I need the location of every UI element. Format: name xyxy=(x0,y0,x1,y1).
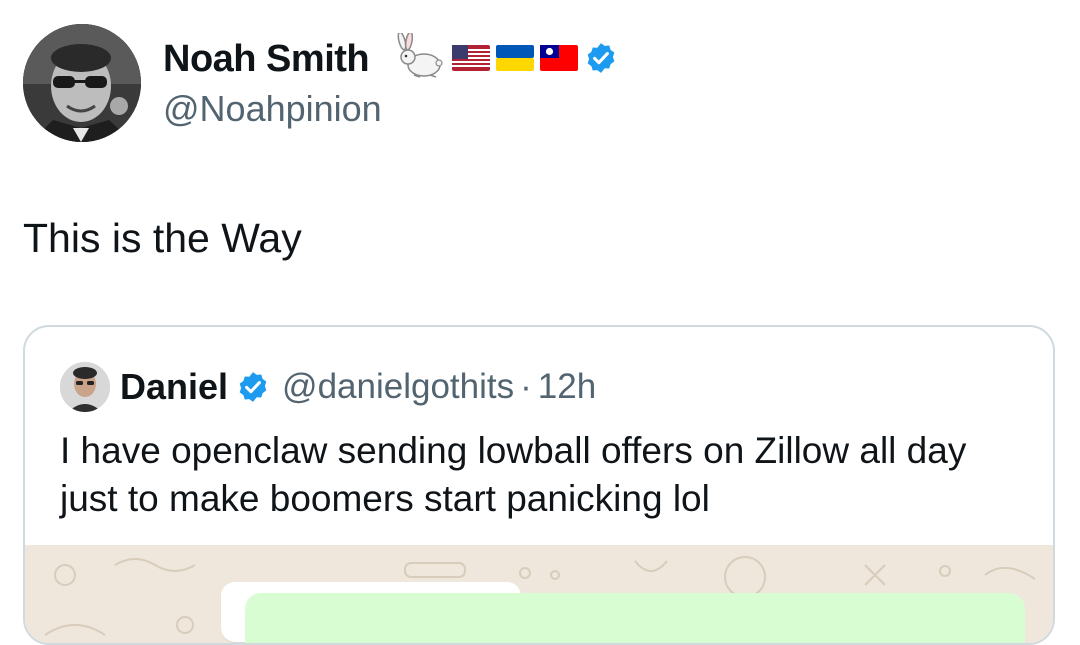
tweet-text: This is the Way xyxy=(23,215,302,261)
ukraine-flag-icon xyxy=(496,45,534,71)
author-handle[interactable]: @Noahpinion xyxy=(163,88,382,130)
quoted-author-handle[interactable]: @danielgothits xyxy=(282,367,514,407)
chat-bubble-outgoing xyxy=(245,593,1025,643)
quoted-author-avatar-image xyxy=(60,362,110,412)
quoted-tweet-card[interactable]: Daniel @danielgothits · 12h I have openc… xyxy=(23,325,1055,645)
author-name[interactable]: Noah Smith xyxy=(163,38,370,81)
taiwan-flag-icon xyxy=(540,45,578,71)
author-avatar-image xyxy=(23,24,141,142)
quoted-header-separator: · xyxy=(520,367,532,406)
author-name-badges xyxy=(394,33,618,83)
quoted-verified-badge-icon xyxy=(239,372,267,402)
quoted-tweet-text: I have openclaw sending lowball offers o… xyxy=(60,430,967,519)
quoted-tweet-media[interactable] xyxy=(25,545,1053,643)
rabbit-icon xyxy=(397,33,443,78)
quoted-tweet-header: Daniel @danielgothits · 12h xyxy=(120,363,596,411)
author-avatar[interactable] xyxy=(23,24,141,142)
quoted-tweet-time[interactable]: 12h xyxy=(538,367,596,407)
verified-badge-icon xyxy=(587,43,615,73)
quoted-author-avatar[interactable] xyxy=(60,362,110,412)
quoted-author-name[interactable]: Daniel xyxy=(120,366,228,408)
us-flag-icon xyxy=(452,45,490,71)
